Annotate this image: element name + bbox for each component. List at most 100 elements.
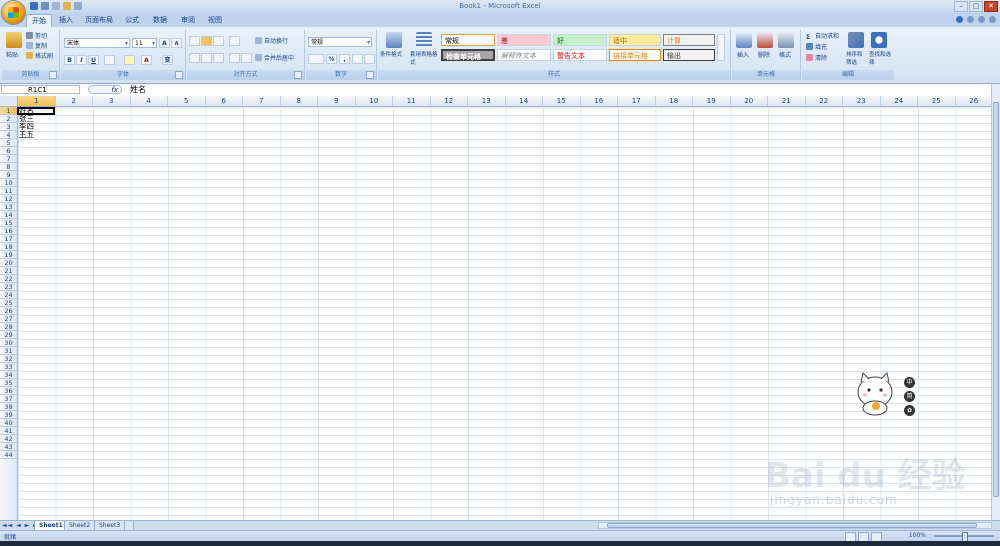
font-launcher[interactable] xyxy=(175,71,183,79)
number-format-combo[interactable]: 常规 xyxy=(308,37,372,48)
format-painter-button[interactable]: 格式刷 xyxy=(26,52,53,61)
style-neutral[interactable]: 适中 xyxy=(609,34,661,46)
ribbon-close-icon[interactable] xyxy=(989,16,996,23)
row-header[interactable]: 23 xyxy=(0,283,17,291)
decrease-decimal-button[interactable] xyxy=(364,54,375,64)
delete-cells-button[interactable]: 删除 xyxy=(758,51,770,60)
row-header[interactable]: 26 xyxy=(0,307,17,315)
borders-button[interactable] xyxy=(104,55,115,65)
conditional-formatting-button[interactable]: 条件格式 xyxy=(380,51,402,60)
cut-button[interactable]: 剪切 xyxy=(26,32,47,41)
row-header[interactable]: 28 xyxy=(0,323,17,331)
row-header[interactable]: 5 xyxy=(0,139,17,147)
language-icon[interactable]: 中 xyxy=(904,377,915,388)
row-header[interactable]: 41 xyxy=(0,427,17,435)
row-header[interactable]: 2 xyxy=(0,115,17,123)
row-header[interactable]: 9 xyxy=(0,171,17,179)
vertical-scroll-thumb[interactable] xyxy=(993,102,999,497)
row-header[interactable]: 29 xyxy=(0,331,17,339)
row-header[interactable]: 4 xyxy=(0,131,17,139)
insert-function-button[interactable]: fx xyxy=(88,85,122,94)
row-header[interactable]: 19 xyxy=(0,251,17,259)
column-header[interactable]: 13 xyxy=(468,96,506,106)
column-header[interactable]: 23 xyxy=(843,96,881,106)
delete-cells-icon[interactable] xyxy=(757,32,773,48)
tab-formulas[interactable]: 公式 xyxy=(120,14,144,26)
styles-more-button[interactable] xyxy=(717,34,725,61)
simplified-icon[interactable]: 简 xyxy=(904,391,915,402)
tab-page-layout[interactable]: 页面布局 xyxy=(80,14,118,26)
column-header[interactable]: 10 xyxy=(356,96,393,106)
style-output[interactable]: 输出 xyxy=(663,49,715,61)
column-header[interactable]: 4 xyxy=(131,96,168,106)
column-header[interactable]: 3 xyxy=(93,96,131,106)
column-header[interactable]: 2 xyxy=(56,96,93,106)
conditional-formatting-icon[interactable] xyxy=(386,32,402,48)
underline-button[interactable]: U xyxy=(88,55,99,65)
tab-insert[interactable]: 插入 xyxy=(54,14,78,26)
font-color-button[interactable]: A xyxy=(141,55,152,65)
row-header[interactable]: 22 xyxy=(0,275,17,283)
row-header[interactable]: 20 xyxy=(0,259,17,267)
office-button[interactable] xyxy=(2,1,25,24)
tab-data[interactable]: 数据 xyxy=(148,14,172,26)
column-header[interactable]: 5 xyxy=(168,96,206,106)
row-header[interactable]: 38 xyxy=(0,403,17,411)
column-header[interactable]: 15 xyxy=(543,96,581,106)
row-header[interactable]: 16 xyxy=(0,227,17,235)
shrink-font-button[interactable]: A xyxy=(171,38,182,48)
maximize-button[interactable]: □ xyxy=(969,1,983,12)
currency-button[interactable] xyxy=(308,54,324,64)
font-name-combo[interactable]: 宋体 xyxy=(64,38,130,49)
row-header[interactable]: 7 xyxy=(0,155,17,163)
align-right-button[interactable] xyxy=(213,53,224,63)
row-header[interactable]: 44 xyxy=(0,451,17,459)
align-center-button[interactable] xyxy=(201,53,212,63)
copy-button[interactable]: 复制 xyxy=(26,42,47,51)
vertical-scrollbar[interactable] xyxy=(991,84,1000,520)
style-warning-text[interactable]: 警告文本 xyxy=(553,49,607,61)
phonetic-button[interactable]: 变 xyxy=(162,55,173,65)
wrap-text-button[interactable]: 自动换行 xyxy=(255,37,288,46)
row-header[interactable]: 1 xyxy=(0,107,17,115)
row-header[interactable]: 8 xyxy=(0,163,17,171)
bold-button[interactable]: B xyxy=(64,55,75,65)
tab-review[interactable]: 审阅 xyxy=(176,14,200,26)
autosum-button[interactable]: Σ 自动求和 xyxy=(806,32,839,41)
row-header[interactable]: 6 xyxy=(0,147,17,155)
orientation-button[interactable] xyxy=(229,36,240,46)
insert-cells-button[interactable]: 插入 xyxy=(737,51,749,60)
column-header[interactable]: 7 xyxy=(243,96,281,106)
column-header[interactable]: 24 xyxy=(881,96,918,106)
horizontal-scroll-thumb[interactable] xyxy=(607,523,977,528)
row-header[interactable]: 40 xyxy=(0,419,17,427)
minimize-button[interactable]: – xyxy=(954,1,968,12)
format-as-table-icon[interactable] xyxy=(416,32,432,48)
align-left-button[interactable] xyxy=(189,53,200,63)
clipboard-launcher[interactable] xyxy=(49,71,57,79)
font-size-combo[interactable]: 11 xyxy=(132,38,157,49)
tab-view[interactable]: 视图 xyxy=(203,14,227,26)
clear-button[interactable]: 清除 xyxy=(806,54,827,63)
column-header[interactable]: 20 xyxy=(731,96,768,106)
format-as-table-button[interactable]: 套用表格格式 xyxy=(410,51,440,66)
column-header[interactable]: 21 xyxy=(768,96,806,106)
fill-color-button[interactable] xyxy=(124,55,135,65)
zoom-slider[interactable] xyxy=(934,532,994,542)
column-header[interactable]: 11 xyxy=(393,96,431,106)
column-header[interactable]: 1 xyxy=(18,96,56,106)
name-box[interactable]: R1C1 xyxy=(1,85,80,94)
paste-icon[interactable] xyxy=(6,32,22,48)
align-bottom-button[interactable] xyxy=(213,36,224,46)
column-header[interactable]: 16 xyxy=(581,96,618,106)
insert-cells-icon[interactable] xyxy=(736,32,752,48)
column-header[interactable]: 14 xyxy=(506,96,543,106)
format-cells-button[interactable]: 格式 xyxy=(779,51,791,60)
number-launcher[interactable] xyxy=(366,71,374,79)
paste-button[interactable]: 粘贴 xyxy=(6,51,18,60)
row-header[interactable]: 33 xyxy=(0,363,17,371)
fill-button[interactable]: 填充 xyxy=(806,43,827,52)
row-header[interactable]: 30 xyxy=(0,339,17,347)
merge-center-button[interactable]: 合并后居中 xyxy=(255,54,294,63)
select-all-corner[interactable] xyxy=(0,96,18,106)
